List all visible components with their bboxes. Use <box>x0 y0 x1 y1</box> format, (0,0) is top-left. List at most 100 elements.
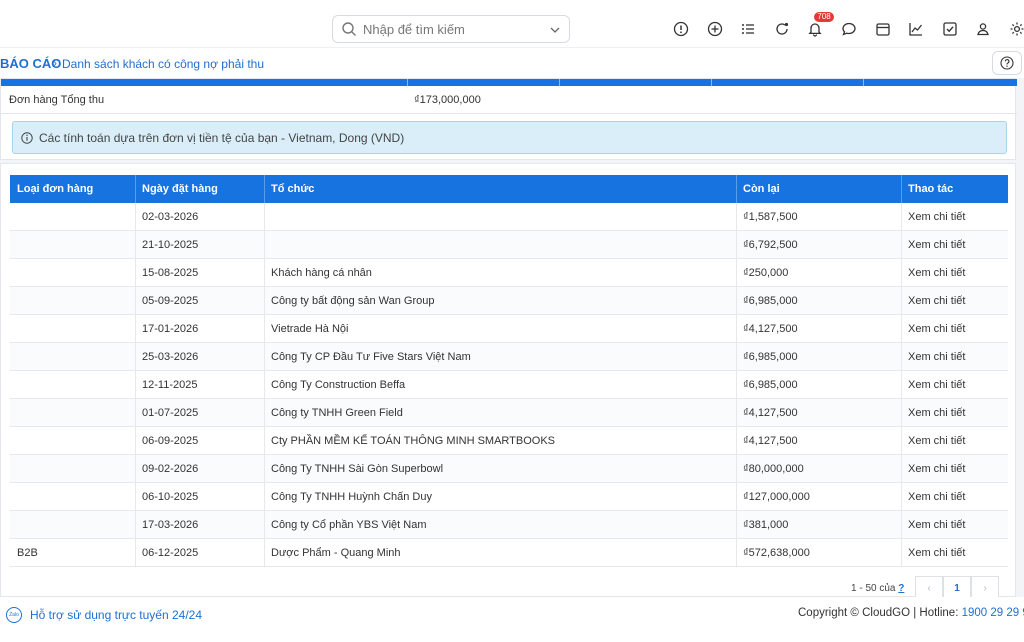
zalo-icon-text: Zalo <box>9 612 19 618</box>
column-header-remaining[interactable]: Còn lại <box>743 183 780 195</box>
notification-badge: 708 <box>814 12 834 22</box>
column-header-org[interactable]: Tổ chức <box>271 183 314 195</box>
help-button[interactable] <box>992 51 1022 75</box>
view-detail-link[interactable]: Xem chi tiết <box>908 295 965 307</box>
column-header-type[interactable]: Loại đơn hàng <box>17 183 93 195</box>
cell-remaining: ₫80,000,000 <box>743 463 804 475</box>
view-detail-link[interactable]: Xem chi tiết <box>908 267 965 279</box>
user-icon[interactable] <box>972 18 994 40</box>
copyright: Copyright © CloudGO | Hotline: 1900 29 2… <box>798 607 1024 619</box>
table-row: 21-10-2025 ₫6,792,500 Xem chi tiết <box>10 231 1008 259</box>
cell-date: 15-08-2025 <box>142 267 199 279</box>
cell-date: 21-10-2025 <box>142 239 199 251</box>
pagination-total[interactable]: ? <box>898 583 904 594</box>
cell-date: 25-03-2026 <box>142 351 199 363</box>
cell-org: Cty PHẦN MỀM KẾ TOÁN THÔNG MINH SMARTBOO… <box>271 435 556 447</box>
cell-remaining: ₫6,792,500 <box>743 239 798 251</box>
footer: Zalo Hỗ trợ sử dụng trực tuyến 24/24 Cop… <box>0 597 1024 642</box>
table-body: 02-03-2026 ₫1,587,500 Xem chi tiết 21-10-20… <box>10 203 1008 569</box>
cell-remaining: ₫4,127,500 <box>743 407 798 419</box>
cell-org: Công Ty CP Đầu Tư Five Stars Việt Nam <box>271 351 471 363</box>
cell-date: 09-02-2026 <box>142 463 199 475</box>
cell-date: 17-03-2026 <box>142 519 199 531</box>
currency-info-alert: Các tính toán dựa trên đơn vị tiền tệ củ… <box>12 121 1007 154</box>
pagination-range: 1 - 50 của <box>851 583 896 594</box>
view-detail-link[interactable]: Xem chi tiết <box>908 435 965 447</box>
toolbar-icons: 708 <box>670 12 1024 40</box>
cell-date: 06-12-2025 <box>142 547 199 559</box>
cell-org: Công ty TNHH Green Field <box>271 407 403 419</box>
cell-type: B2B <box>17 547 38 559</box>
search-input[interactable] <box>363 21 549 37</box>
cell-remaining: ₫6,985,000 <box>743 295 798 307</box>
add-icon[interactable] <box>704 18 726 40</box>
column-header-date[interactable]: Ngày đặt hàng <box>142 183 218 195</box>
copyright-text: Copyright © CloudGO | Hotline: <box>798 607 962 619</box>
hotline-link[interactable]: 1900 29 29 90 <box>962 607 1024 619</box>
cell-org: Vietrade Hà Nội <box>271 323 349 335</box>
info-text: Các tính toán dựa trên đơn vị tiền tệ củ… <box>39 130 405 145</box>
cell-date: 06-09-2025 <box>142 435 199 447</box>
table-row: 02-03-2026 ₫1,587,500 Xem chi tiết <box>10 203 1008 231</box>
table-row: B2B 06-12-2025 Dược Phẩm - Quang Minh ₫572,… <box>10 539 1008 567</box>
table-header: Loại đơn hàng Ngày đặt hàng Tổ chức Còn … <box>10 175 1008 203</box>
refresh-icon[interactable] <box>771 18 793 40</box>
view-detail-link[interactable]: Xem chi tiết <box>908 491 965 503</box>
search-icon <box>341 21 357 37</box>
view-detail-link[interactable]: Xem chi tiết <box>908 211 965 223</box>
cell-org: Công Ty TNHH Huỳnh Chấn Duy <box>271 491 432 503</box>
cell-remaining: ₫6,985,000 <box>743 379 798 391</box>
cell-org: Công Ty TNHH Sài Gòn Superbowl <box>271 463 444 475</box>
table-row: 17-01-2026 Vietrade Hà Nội ₫4,127,500 Xem c… <box>10 315 1008 343</box>
page: 708 BÁO CÁO › Danh sách khác <box>0 0 1024 642</box>
cell-org: Khách hàng cá nhân <box>271 267 372 279</box>
cell-remaining: ₫127,000,000 <box>743 491 810 503</box>
view-detail-link[interactable]: Xem chi tiết <box>908 323 965 335</box>
cell-remaining: ₫572,638,000 <box>743 547 810 559</box>
table-row: 12-11-2025 Công Ty Construction Beffa ₫6,9… <box>10 371 1008 399</box>
summary-row: Đơn hàng Tổng thu ₫173,000,000 <box>1 86 1017 114</box>
cell-org: Công ty bất động sản Wan Group <box>271 295 435 307</box>
cell-date: 02-03-2026 <box>142 211 199 223</box>
table-row: 06-09-2025 Cty PHẦN MỀM KẾ TOÁN THÔNG MIN… <box>10 427 1008 455</box>
zalo-icon[interactable]: Zalo <box>6 607 22 623</box>
table-row: 05-09-2025 Công ty bất động sản Wan Group… <box>10 287 1008 315</box>
gear-icon[interactable] <box>1006 18 1024 40</box>
view-detail-link[interactable]: Xem chi tiết <box>908 351 965 363</box>
view-detail-link[interactable]: Xem chi tiết <box>908 239 965 251</box>
view-detail-link[interactable]: Xem chi tiết <box>908 407 965 419</box>
chat-icon[interactable] <box>838 18 860 40</box>
chevron-down-icon[interactable] <box>549 23 561 35</box>
alert-icon[interactable] <box>670 18 692 40</box>
support-link[interactable]: Hỗ trợ sử dụng trực tuyến 24/24 <box>30 608 202 622</box>
view-detail-link[interactable]: Xem chi tiết <box>908 547 965 559</box>
list-icon[interactable] <box>737 18 759 40</box>
chart-icon[interactable] <box>905 18 927 40</box>
breadcrumb: BÁO CÁO › Danh sách khách có công nợ phả… <box>0 47 1024 78</box>
summary-value: ₫173,000,000 <box>414 94 481 106</box>
table-row: 25-03-2026 Công Ty CP Đầu Tư Five Stars V… <box>10 343 1008 371</box>
summary-header-strip <box>1 79 1017 86</box>
table-row: 01-07-2025 Công ty TNHH Green Field ₫4,12… <box>10 399 1008 427</box>
cell-remaining: ₫1,587,500 <box>743 211 798 223</box>
page-title: Danh sách khách có công nợ phải thu <box>62 57 265 71</box>
table-row: 15-08-2025 Khách hàng cá nhân ₫250,000 Xem … <box>10 259 1008 287</box>
table-row: 06-10-2025 Công Ty TNHH Huỳnh Chấn Duy ₫12… <box>10 483 1008 511</box>
view-detail-link[interactable]: Xem chi tiết <box>908 463 965 475</box>
breadcrumb-separator: › <box>53 56 57 70</box>
view-detail-link[interactable]: Xem chi tiết <box>908 379 965 391</box>
bell-icon[interactable]: 708 <box>804 12 834 40</box>
view-detail-link[interactable]: Xem chi tiết <box>908 519 965 531</box>
cell-date: 06-10-2025 <box>142 491 199 503</box>
cell-remaining: ₫250,000 <box>743 267 789 279</box>
summary-card: Đơn hàng Tổng thu ₫173,000,000 Các tính … <box>0 78 1017 160</box>
cell-org: Công Ty Construction Beffa <box>271 379 406 391</box>
cell-date: 05-09-2025 <box>142 295 199 307</box>
search-box[interactable] <box>332 15 570 43</box>
task-icon[interactable] <box>939 18 961 40</box>
table-row: 09-02-2026 Công Ty TNHH Sài Gòn Superbowl… <box>10 455 1008 483</box>
cell-remaining: ₫6,985,000 <box>743 351 798 363</box>
cell-org: Dược Phẩm - Quang Minh <box>271 547 401 559</box>
calendar-icon[interactable] <box>872 18 894 40</box>
cell-remaining: ₫4,127,500 <box>743 435 798 447</box>
